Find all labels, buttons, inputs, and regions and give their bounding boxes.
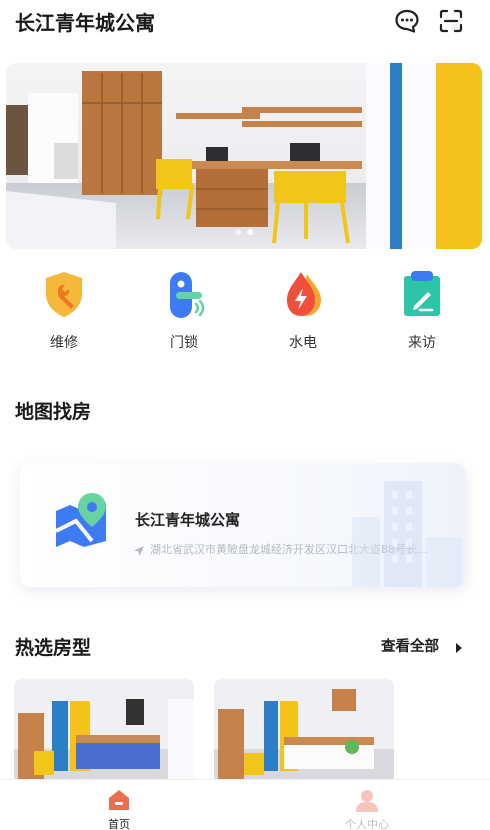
carousel-dot[interactable] (235, 229, 241, 235)
building-illustration-icon (348, 477, 466, 587)
room-card[interactable] (214, 679, 394, 779)
shortcut-grid: 维修 门锁 水电 来访 (0, 268, 490, 358)
rooms-section-title: 热选房型 (15, 637, 92, 659)
header: 长江青年城公寓 (0, 0, 490, 44)
shortcut-door-lock[interactable]: 门锁 (134, 268, 234, 352)
page-title: 长江青年城公寓 (15, 11, 155, 35)
room-photo (214, 679, 394, 779)
room-card[interactable] (14, 679, 194, 779)
shortcut-label: 来访 (408, 335, 436, 351)
shortcut-visitor[interactable]: 来访 (372, 268, 472, 352)
scan-icon[interactable] (438, 8, 464, 34)
map-section-title: 地图找房 (15, 401, 92, 423)
carousel-dot-active[interactable] (247, 229, 253, 235)
tab-profile[interactable]: 个人中心 (327, 788, 407, 830)
room-photo (14, 679, 194, 779)
home-icon (107, 788, 131, 812)
shortcut-label: 维修 (50, 335, 78, 351)
map-pin-icon (52, 491, 112, 551)
tab-label: 个人中心 (345, 818, 389, 830)
water-electric-icon (277, 268, 329, 320)
carousel-indicator (6, 220, 482, 239)
map-search-card[interactable]: 长江青年城公寓 湖北省武汉市黄陂盘龙城经济开发区汉口北大道88号长... (20, 463, 466, 587)
door-lock-icon (158, 268, 210, 320)
shortcut-utilities[interactable]: 水电 (253, 268, 353, 352)
repair-shield-icon (38, 268, 90, 320)
chevron-right-icon[interactable] (455, 639, 463, 653)
bottom-tab-bar: 首页 个人中心 (0, 779, 490, 830)
tab-label: 首页 (108, 818, 130, 830)
banner-carousel[interactable] (6, 63, 482, 249)
shortcut-repair[interactable]: 维修 (14, 268, 114, 352)
chat-bubble-icon[interactable] (394, 8, 420, 34)
visitor-register-icon (396, 268, 448, 320)
person-icon (355, 788, 379, 812)
tab-home[interactable]: 首页 (79, 788, 159, 830)
view-all-link[interactable]: 查看全部 (381, 635, 439, 656)
shortcut-label: 水电 (289, 335, 317, 351)
apartment-name: 长江青年城公寓 (135, 511, 241, 529)
shortcut-label: 门锁 (170, 335, 198, 351)
